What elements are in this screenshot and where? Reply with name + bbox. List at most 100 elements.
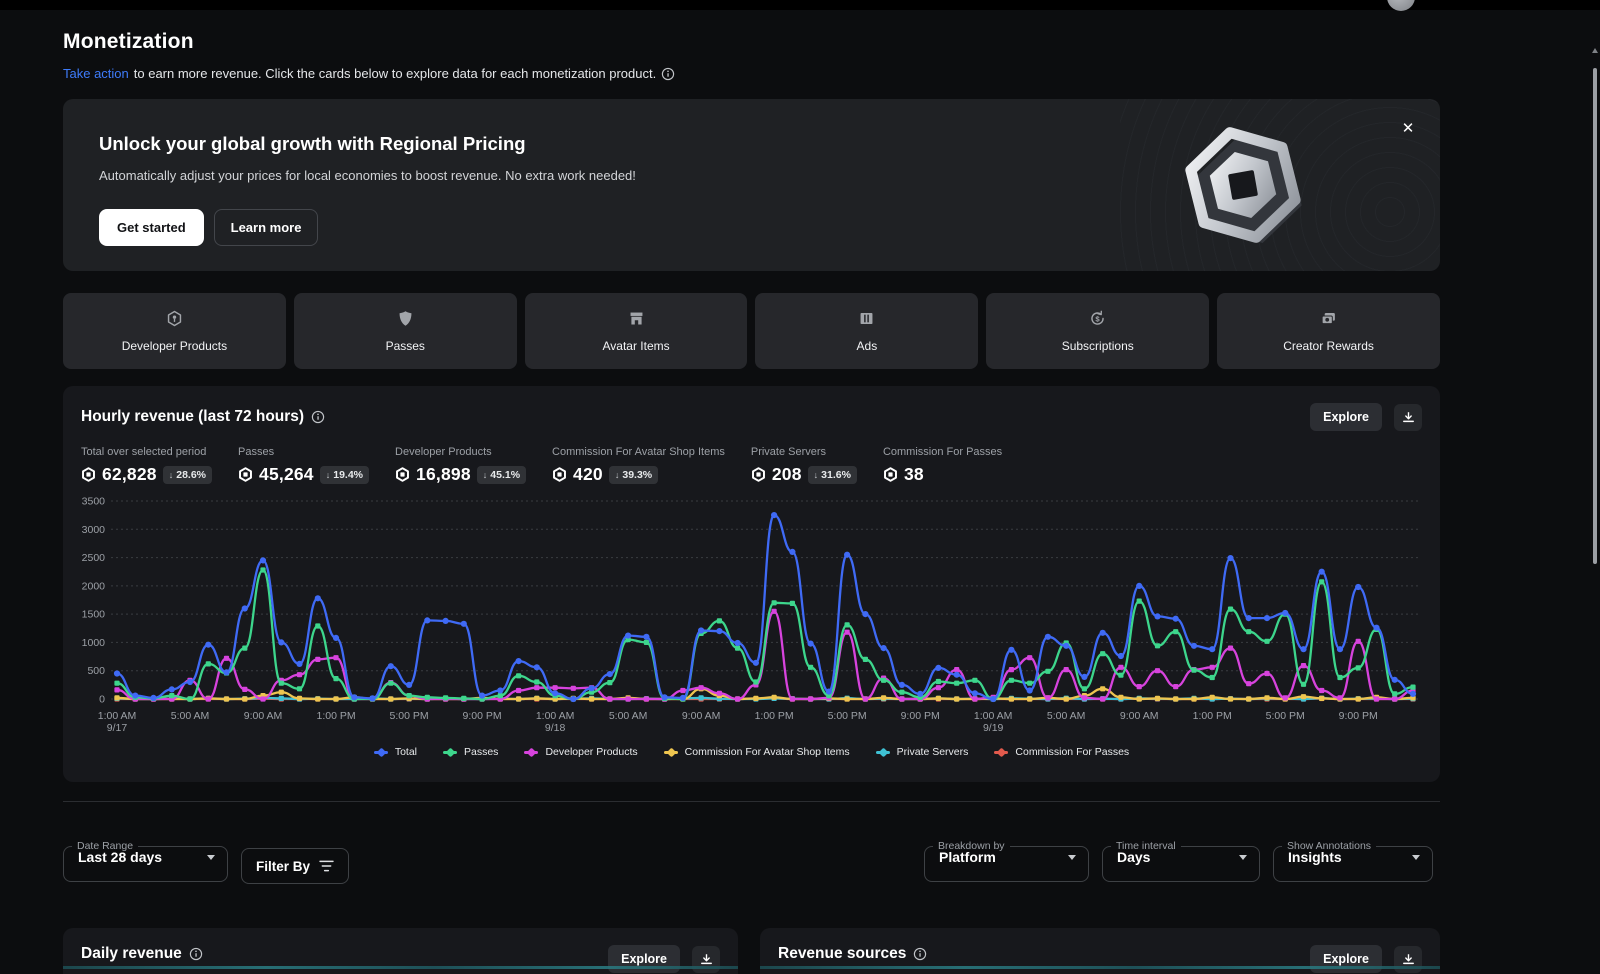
time-interval-select[interactable]: Time interval Days [1102, 840, 1260, 882]
svg-text:5:00 PM: 5:00 PM [390, 710, 429, 722]
svg-text:9/18: 9/18 [545, 722, 566, 734]
delta-badge: ↓39.3% [609, 466, 658, 484]
revenue-sources-chart-edge [760, 966, 1440, 969]
revenue-sources-card: Revenue sources Explore [760, 928, 1440, 974]
card-ads[interactable]: Ads [755, 293, 978, 369]
learn-more-button[interactable]: Learn more [214, 209, 319, 246]
stat-value: 45,264 [259, 464, 314, 485]
page-title: Monetization [63, 30, 1440, 54]
delta-badge: ↓45.1% [477, 466, 526, 484]
product-card-label: Developer Products [122, 339, 227, 353]
stat-value: 62,828 [102, 464, 157, 485]
legend-marker [443, 751, 457, 754]
product-card-label: Ads [857, 339, 878, 353]
info-icon[interactable] [661, 67, 675, 81]
stat-value: 420 [573, 464, 603, 485]
card-creator-rewards[interactable]: Creator Rewards [1217, 293, 1440, 369]
info-icon[interactable] [189, 947, 203, 961]
legend-item-total[interactable]: Total [374, 746, 417, 758]
page-subtitle: Take action to earn more revenue. Click … [63, 66, 1440, 81]
svg-text:1:00 AM: 1:00 AM [98, 710, 137, 722]
legend-item-passes[interactable]: Passes [443, 746, 498, 758]
card-developer-products[interactable]: Developer Products [63, 293, 286, 369]
legend-item-passes-commission[interactable]: Commission For Passes [994, 746, 1129, 758]
scrollbar-thumb[interactable] [1593, 68, 1597, 564]
svg-text:1:00 PM: 1:00 PM [316, 710, 355, 722]
svg-text:$: $ [1096, 314, 1101, 323]
download-icon[interactable] [1394, 404, 1422, 431]
card-avatar-items[interactable]: Avatar Items [525, 293, 748, 369]
stat-developer-products: Developer Products 16,898 ↓45.1% [395, 446, 526, 485]
robux-icon [395, 467, 410, 482]
chevron-down-icon [1068, 855, 1076, 860]
svg-text:9/17: 9/17 [107, 722, 128, 734]
svg-text:3500: 3500 [82, 496, 106, 508]
legend-marker [664, 751, 678, 754]
legend-item-avatar-commission[interactable]: Commission For Avatar Shop Items [664, 746, 850, 758]
legend-item-developer-products[interactable]: Developer Products [524, 746, 637, 758]
svg-text:2500: 2500 [82, 552, 106, 564]
legend-marker [876, 751, 890, 754]
svg-text:2000: 2000 [82, 580, 106, 592]
svg-text:9:00 PM: 9:00 PM [463, 710, 502, 722]
chart-legend: Total Passes Developer Products Commissi… [81, 746, 1422, 758]
svg-text:5:00 AM: 5:00 AM [1047, 710, 1086, 722]
robux-icon [751, 467, 766, 482]
robux-icon [552, 467, 567, 482]
svg-text:9:00 AM: 9:00 AM [1120, 710, 1159, 722]
svg-text:5:00 PM: 5:00 PM [1266, 710, 1305, 722]
robux-icon [238, 467, 253, 482]
daily-revenue-card: Daily revenue Explore [63, 928, 738, 974]
cash-stack-icon [1320, 309, 1338, 327]
legend-marker [524, 751, 538, 754]
hourly-revenue-line-chart[interactable]: 05001000150020002500300035001:00 AM9/175… [81, 493, 1421, 739]
product-card-label: Subscriptions [1062, 339, 1134, 353]
recurring-dollar-icon: $ [1089, 309, 1107, 327]
hourly-revenue-title: Hourly revenue (last 72 hours) [81, 408, 325, 426]
scrollbar[interactable] [1592, 10, 1598, 974]
main-content: Monetization Take action to earn more re… [63, 10, 1440, 782]
revenue-stats-row: Total over selected period 62,828 ↓28.6%… [81, 446, 1422, 485]
card-subscriptions[interactable]: $ Subscriptions [986, 293, 1209, 369]
scrollbar-up-arrow[interactable] [1592, 48, 1598, 53]
billboard-icon [858, 309, 876, 327]
filter-by-button[interactable]: Filter By [241, 848, 349, 884]
legend-item-private-servers[interactable]: Private Servers [876, 746, 969, 758]
stat-value: 208 [772, 464, 802, 485]
date-range-value: Last 28 days [78, 849, 162, 865]
stat-passes: Passes 45,264 ↓19.4% [238, 446, 369, 485]
top-navigation-bar [0, 0, 1600, 10]
section-divider [63, 801, 1440, 802]
legend-marker [374, 751, 388, 754]
show-annotations-select[interactable]: Show Annotations Insights [1273, 840, 1433, 882]
info-icon[interactable] [913, 947, 927, 961]
stat-private-servers: Private Servers 208 ↓31.6% [751, 446, 857, 485]
daily-revenue-title: Daily revenue [81, 945, 203, 963]
hourly-revenue-card: Hourly revenue (last 72 hours) Explore T… [63, 386, 1440, 782]
chevron-down-icon [1239, 855, 1247, 860]
show-annotations-value: Insights [1288, 849, 1342, 865]
svg-text:1:00 AM: 1:00 AM [974, 710, 1013, 722]
svg-text:5:00 PM: 5:00 PM [828, 710, 867, 722]
regional-pricing-banner: Unlock your global growth with Regional … [63, 99, 1440, 271]
svg-text:3000: 3000 [82, 524, 106, 536]
info-icon[interactable] [311, 410, 325, 424]
stat-avatar-commission: Commission For Avatar Shop Items 420 ↓39… [552, 446, 725, 485]
take-action-link[interactable]: Take action [63, 66, 129, 81]
shield-icon [396, 309, 414, 327]
card-passes[interactable]: Passes [294, 293, 517, 369]
svg-text:1:00 AM: 1:00 AM [536, 710, 575, 722]
breakdown-by-select[interactable]: Breakdown by Platform [924, 840, 1089, 882]
svg-text:0: 0 [99, 694, 105, 706]
filter-by-label: Filter By [256, 859, 310, 874]
product-card-label: Passes [386, 339, 425, 353]
close-icon[interactable]: ✕ [1396, 117, 1420, 141]
robux-icon [81, 467, 96, 482]
storefront-icon [627, 309, 645, 327]
get-started-button[interactable]: Get started [99, 209, 204, 246]
date-range-select[interactable]: Date Range Last 28 days [63, 840, 228, 882]
explore-button[interactable]: Explore [1310, 403, 1382, 431]
page-subtitle-text: to earn more revenue. Click the cards be… [134, 66, 656, 81]
daily-revenue-chart-edge [63, 966, 738, 969]
cube-icon [165, 309, 183, 327]
